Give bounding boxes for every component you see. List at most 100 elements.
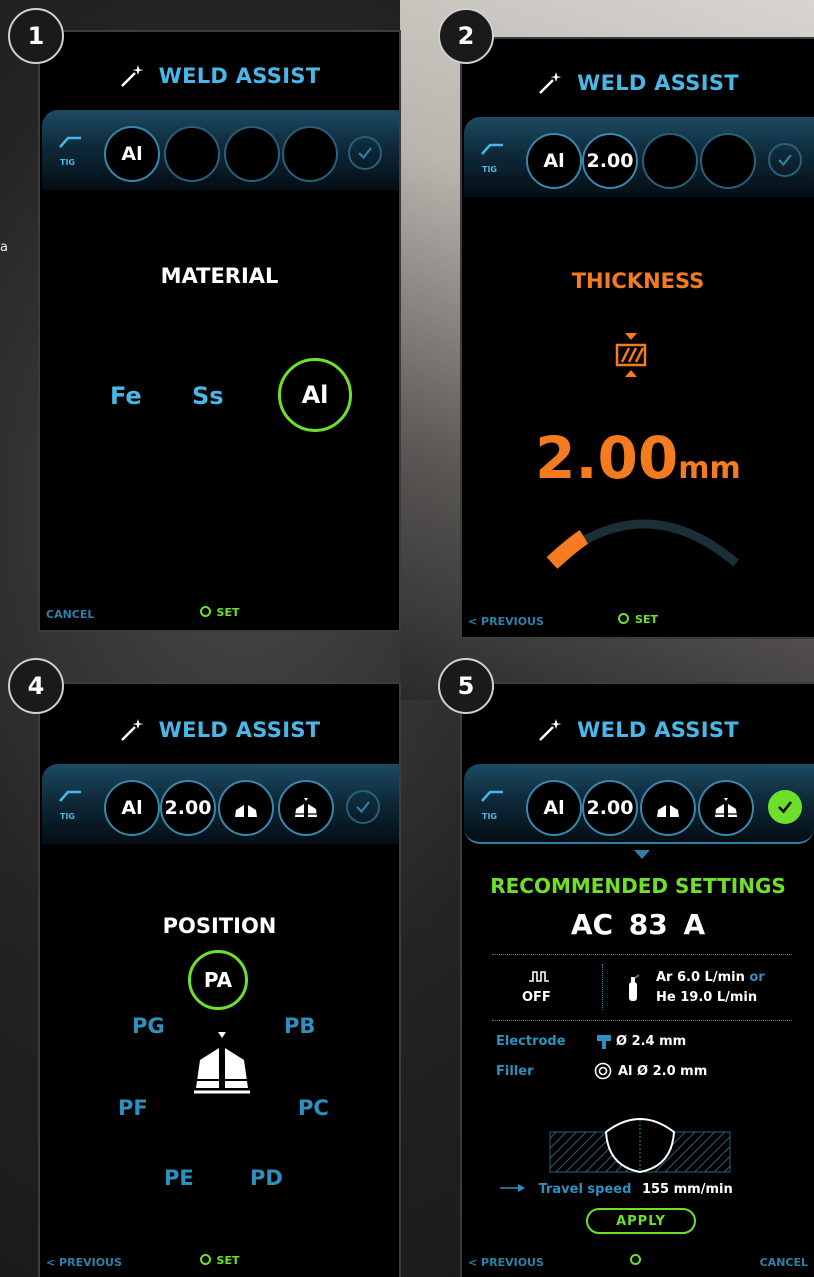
- divider: [492, 954, 792, 955]
- divider: [602, 964, 603, 1010]
- set-ring-icon: [199, 1254, 211, 1265]
- thickness-unit: mm: [678, 451, 741, 486]
- thickness-dial[interactable]: [534, 509, 754, 569]
- set-button[interactable]: SET: [462, 613, 814, 626]
- section-title: POSITION: [162, 914, 277, 938]
- weld-assist-header: WELD ASSIST: [462, 712, 814, 748]
- filler-label: Filler: [496, 1064, 534, 1079]
- thickness-panel: WELD ASSIST TIG Al 2.00 THICKNESS 2.00mm…: [460, 37, 814, 639]
- material-option-ss[interactable]: Ss: [192, 382, 224, 410]
- position-option-pc[interactable]: PC: [298, 1096, 329, 1120]
- section-title: MATERIAL: [160, 264, 279, 288]
- magic-wand-icon: [120, 65, 144, 87]
- recommended-current: AC 83 A: [570, 908, 706, 941]
- flat-position-icon: [657, 805, 679, 817]
- progress-slot-material[interactable]: Al: [104, 126, 160, 182]
- weld-assist-header: WELD ASSIST: [462, 65, 814, 101]
- thickness-level-fill: [546, 530, 589, 569]
- panel-footer: < PREVIOUS SET: [462, 611, 814, 631]
- process-label: TIG: [482, 812, 497, 821]
- progress-slot-material[interactable]: Al: [104, 780, 160, 836]
- material-panel: WELD ASSIST TIG Al MATERIAL Fe Ss Al CAN…: [38, 30, 401, 632]
- confirm-check[interactable]: [768, 143, 802, 177]
- check-icon: [356, 801, 370, 814]
- app-title: WELD ASSIST: [158, 718, 321, 742]
- step-badge-2: 2: [438, 8, 494, 64]
- tig-torch-icon: [480, 788, 504, 802]
- position-option-pe[interactable]: PE: [164, 1166, 194, 1190]
- progress-slot-position[interactable]: [698, 780, 754, 836]
- cancel-button[interactable]: CANCEL: [760, 1256, 808, 1269]
- progress-bar: TIG Al 2.00: [464, 764, 814, 844]
- material-option-fe[interactable]: Fe: [110, 382, 142, 410]
- travel-speed-row: Travel speed 155 mm/min: [500, 1182, 733, 1197]
- progress-slot-joint[interactable]: [224, 126, 280, 182]
- magic-wand-icon: [120, 719, 144, 741]
- position-option-pa-selected[interactable]: PA: [188, 950, 248, 1010]
- progress-slot-thickness[interactable]: [164, 126, 220, 182]
- weld-bead-diagram: [549, 1118, 731, 1174]
- set-button[interactable]: SET: [40, 606, 399, 619]
- electrode-label: Electrode: [496, 1034, 566, 1049]
- arrow-right-icon: [500, 1184, 525, 1192]
- progress-slot-position[interactable]: [278, 780, 334, 836]
- vertical-position-icon: [295, 798, 317, 817]
- position-option-pd[interactable]: PD: [250, 1166, 283, 1190]
- flat-position-icon: [235, 805, 257, 817]
- progress-slot-position[interactable]: [700, 133, 756, 189]
- check-icon: [778, 154, 792, 167]
- background-edge-text: a: [0, 240, 8, 255]
- weld-assist-header: WELD ASSIST: [40, 712, 399, 748]
- position-option-pf[interactable]: PF: [118, 1096, 148, 1120]
- vertical-position-icon: [715, 798, 737, 817]
- gas-cylinder-icon: [629, 974, 640, 1001]
- check-icon: [358, 147, 372, 160]
- confirm-check-complete[interactable]: [768, 790, 802, 824]
- position-option-pg[interactable]: PG: [132, 1014, 165, 1038]
- progress-slot-material[interactable]: Al: [526, 780, 582, 836]
- pulse-icon: [529, 971, 549, 982]
- confirm-check[interactable]: [348, 136, 382, 170]
- progress-slot-thickness[interactable]: 2.00: [582, 133, 638, 189]
- position-option-pb[interactable]: PB: [284, 1014, 315, 1038]
- magic-wand-icon: [539, 719, 562, 741]
- process-label: TIG: [482, 165, 497, 174]
- tig-torch-icon: [58, 788, 82, 802]
- set-button[interactable]: SET: [40, 1254, 399, 1267]
- apply-button[interactable]: APPLY: [586, 1208, 696, 1234]
- progress-slot-position[interactable]: [282, 126, 338, 182]
- progress-slot-joint[interactable]: [642, 133, 698, 189]
- panel-footer: < PREVIOUS SET: [40, 1252, 399, 1272]
- position-panel: WELD ASSIST TIG Al 2.00 POSITION PA PG P…: [38, 682, 401, 1277]
- panel-footer: CANCEL SET: [40, 604, 399, 624]
- progress-slot-thickness[interactable]: 2.00: [582, 780, 638, 836]
- confirm-check[interactable]: [346, 790, 380, 824]
- material-option-al-selected[interactable]: Al: [278, 358, 352, 432]
- weld-joint-icon: [194, 1032, 250, 1094]
- check-icon: [778, 801, 793, 814]
- gas-line-1: Ar 6.0 L/min or: [656, 970, 765, 985]
- travel-speed-label: Travel speed: [538, 1182, 632, 1197]
- section-title: THICKNESS: [571, 269, 705, 293]
- electrode-value: Ø 2.4 mm: [616, 1034, 687, 1049]
- set-ring-icon: [199, 606, 211, 617]
- panel-footer: < PREVIOUS CANCEL: [462, 1252, 814, 1272]
- weld-assist-header: WELD ASSIST: [40, 58, 399, 94]
- progress-slot-material[interactable]: Al: [526, 133, 582, 189]
- gas-line-2: He 19.0 L/min: [656, 990, 758, 1005]
- step-badge-4: 4: [8, 658, 64, 714]
- progress-slot-joint[interactable]: [640, 780, 696, 836]
- travel-speed-value: 155 mm/min: [641, 1182, 733, 1197]
- thickness-value-display: 2.00mm: [462, 424, 814, 492]
- pulse-state: OFF: [522, 990, 551, 1005]
- tig-torch-icon: [480, 141, 504, 155]
- magic-wand-icon: [539, 72, 562, 94]
- progress-slot-joint[interactable]: [218, 780, 274, 836]
- filler-value: Al Ø 2.0 mm: [618, 1064, 708, 1079]
- step-badge-5: 5: [438, 658, 494, 714]
- pointer-arrow-icon: [634, 850, 650, 859]
- progress-slot-thickness[interactable]: 2.00: [160, 780, 216, 836]
- app-title: WELD ASSIST: [577, 718, 739, 742]
- thickness-icon: [615, 333, 647, 377]
- progress-bar: TIG Al: [42, 110, 399, 190]
